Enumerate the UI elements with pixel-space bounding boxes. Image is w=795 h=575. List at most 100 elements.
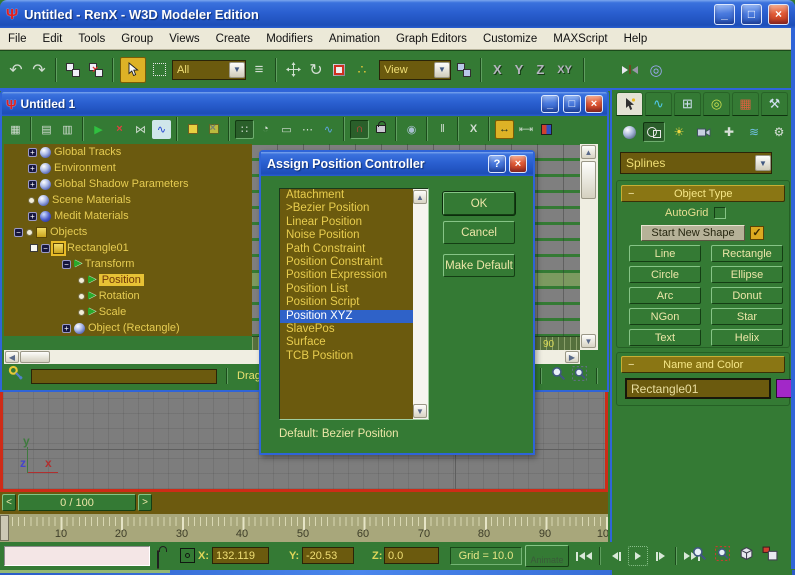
redo-icon[interactable]: ↷ [29, 60, 49, 80]
object-type-header[interactable]: − Object Type [621, 185, 785, 202]
prompt-line-field[interactable] [4, 546, 150, 566]
zoom-button[interactable] [692, 546, 707, 566]
scroll-up-icon[interactable]: ▲ [413, 190, 427, 204]
tab-modify[interactable]: ∿ [645, 92, 672, 116]
paste-controller-icon[interactable]: ▥ [58, 120, 77, 139]
category-geometry-icon[interactable] [618, 122, 640, 142]
menu-group[interactable]: Group [113, 33, 161, 45]
pivot-center-icon[interactable] [454, 60, 474, 80]
vscroll-thumb[interactable] [581, 161, 596, 199]
tree-item-transform[interactable]: −▶Transform [4, 256, 252, 272]
menu-animation[interactable]: Animation [321, 33, 388, 45]
menu-customize[interactable]: Customize [475, 33, 545, 45]
category-cameras-icon[interactable] [693, 122, 715, 142]
add-note-track-icon[interactable] [183, 120, 202, 139]
start-new-shape-checkbox[interactable]: ✓ [750, 226, 764, 240]
zoom-region-button[interactable] [715, 546, 730, 566]
go-to-start-button[interactable] [574, 546, 594, 566]
tree-item-rectangle01[interactable]: −Rectangle01 [4, 240, 252, 256]
category-lights-icon[interactable]: ☀ [668, 122, 690, 142]
scale-icon[interactable] [329, 60, 349, 80]
key-stats-icon[interactable] [8, 365, 25, 387]
donut-button[interactable]: Donut [711, 287, 783, 304]
axis-xy-button[interactable]: XY [552, 64, 577, 76]
controller-item[interactable]: Position Expression [280, 269, 428, 282]
dialog-help-button[interactable]: ? [488, 155, 506, 173]
star-button[interactable]: Star [711, 308, 783, 325]
manipulate-icon[interactable]: ∴ [352, 60, 372, 80]
cancel-button[interactable]: Cancel [443, 221, 515, 244]
maximize-button[interactable]: □ [741, 4, 762, 25]
track-bar[interactable]: 10 20 30 40 50 60 70 80 90 100 [0, 514, 608, 542]
tab-motion[interactable]: ◎ [703, 92, 730, 116]
tab-display[interactable]: ▦ [732, 92, 759, 116]
zoom-extents-button[interactable] [738, 546, 754, 566]
prev-frame-button[interactable] [606, 546, 626, 566]
y-coord-field[interactable]: -20.53 [302, 547, 354, 564]
controller-item[interactable]: Position Script [280, 296, 428, 309]
array-icon[interactable]: ◎ [646, 60, 666, 80]
dropdown-arrow-icon[interactable]: ▼ [755, 155, 771, 171]
dialog-title-bar[interactable]: Assign Position Controller ? × [261, 152, 533, 176]
copy-controller-icon[interactable]: ▤ [37, 120, 56, 139]
dialog-close-button[interactable]: × [509, 155, 527, 173]
play-button[interactable] [628, 546, 648, 566]
next-frame-button[interactable] [650, 546, 670, 566]
name-color-header[interactable]: − Name and Color [621, 356, 785, 373]
select-link-icon[interactable] [63, 60, 83, 80]
category-shapes-icon[interactable] [643, 122, 665, 142]
category-systems-icon[interactable]: ⚙ [768, 122, 790, 142]
ok-button[interactable]: OK [443, 192, 515, 215]
lock-selection-icon[interactable] [371, 120, 390, 139]
tree-item-global-shadow-parameters[interactable]: +Global Shadow Parameters [4, 176, 252, 192]
zoom-horiz-extents-icon[interactable]: ⇤⇥ [516, 120, 535, 139]
edit-ranges-icon[interactable]: ▭ [277, 120, 296, 139]
lock-selection-icon[interactable] [157, 550, 159, 569]
circle-button[interactable]: Circle [629, 266, 701, 283]
controller-item[interactable]: TCB Position [280, 350, 428, 363]
controller-item[interactable]: Surface [280, 336, 428, 349]
menu-create[interactable]: Create [208, 33, 259, 45]
tab-utilities[interactable]: ⚒ [761, 92, 788, 116]
parameter-curves-icon[interactable]: ∿ [152, 120, 171, 139]
menu-help[interactable]: Help [616, 33, 656, 45]
spline-category-dropdown[interactable]: Splines ▼ [620, 152, 772, 174]
trackview-maximize-button[interactable]: □ [563, 95, 581, 113]
animate-button[interactable]: Animate [525, 545, 569, 567]
close-button[interactable]: × [768, 4, 789, 25]
expand-plus-icon[interactable]: + [28, 148, 37, 157]
rect-select-icon[interactable] [149, 60, 169, 80]
menu-file[interactable]: File [0, 33, 35, 45]
time-back-button[interactable]: < [2, 494, 16, 511]
function-curves-icon[interactable]: ∿ [319, 120, 338, 139]
autogrid-checkbox[interactable] [714, 207, 726, 219]
time-forward-button[interactable]: > [138, 494, 152, 511]
controller-item[interactable]: Path Constraint [280, 243, 428, 256]
trackview-minimize-button[interactable]: _ [541, 95, 559, 113]
unlink-icon[interactable]: × [86, 60, 106, 80]
category-spacewarps-icon[interactable]: ≋ [743, 122, 765, 142]
controller-item[interactable]: Noise Position [280, 229, 428, 242]
menu-views[interactable]: Views [161, 33, 207, 45]
tree-item-rotation[interactable]: ▶Rotation [4, 288, 252, 304]
minimize-button[interactable]: _ [714, 4, 735, 25]
delete-note-track-icon[interactable]: × [204, 120, 223, 139]
controller-item[interactable]: Linear Position [280, 216, 428, 229]
pan-icon[interactable]: ↔ [495, 120, 514, 139]
expand-plus-icon[interactable]: + [28, 164, 37, 173]
collapse-minus-icon[interactable]: − [41, 244, 50, 253]
edit-time-icon[interactable]: ◔ [256, 120, 275, 139]
edit-keys-icon[interactable]: ∷ [235, 120, 254, 139]
scroll-right-icon[interactable]: ▶ [565, 351, 579, 363]
show-keyable-icon[interactable]: ◉ [402, 120, 421, 139]
filters-icon[interactable]: ▦ [6, 120, 25, 139]
tree-item-global-tracks[interactable]: +Global Tracks [4, 144, 252, 160]
mirror-icon[interactable] [617, 60, 643, 80]
move-icon[interactable] [283, 60, 303, 80]
list-scrollbar[interactable]: ▲ ▼ [413, 189, 428, 419]
controller-item[interactable]: >Bezier Position [280, 202, 428, 215]
tree-item-position[interactable]: ▶Position [4, 272, 252, 288]
start-new-shape-button[interactable]: Start New Shape [641, 225, 745, 241]
dropdown-arrow-icon[interactable]: ▼ [229, 62, 245, 78]
tree-item-object-rectangle[interactable]: +Object (Rectangle) [4, 320, 252, 336]
